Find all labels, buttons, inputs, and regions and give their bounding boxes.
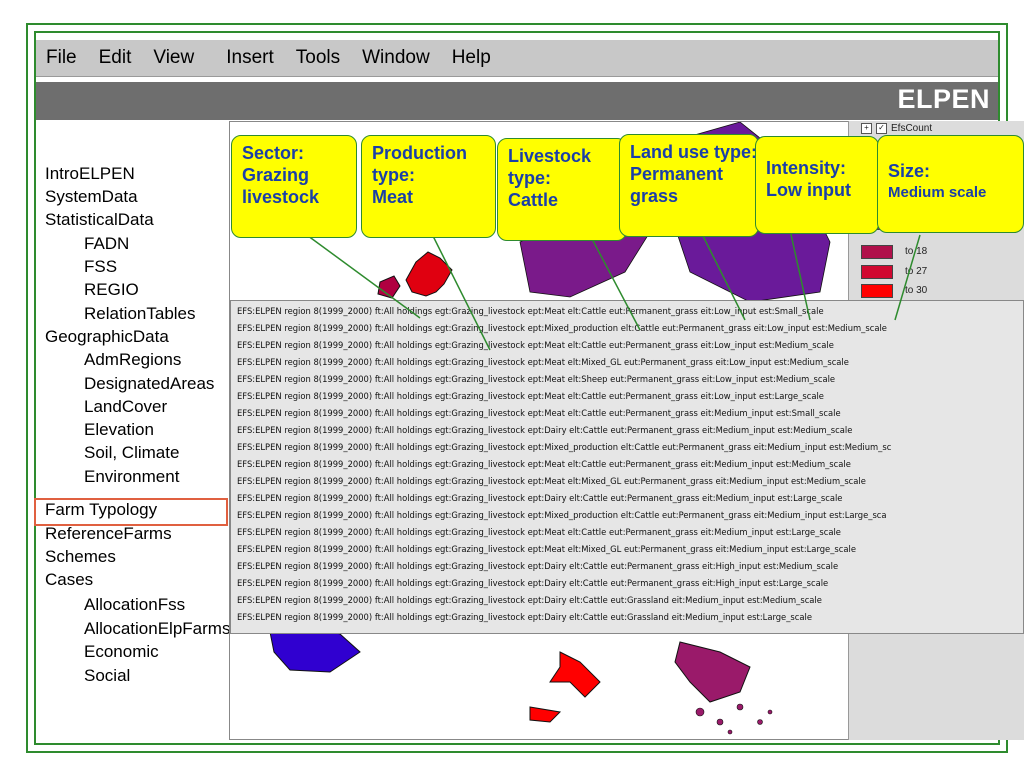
sidebar-item-statisticaldata[interactable]: StatisticalData — [45, 209, 154, 231]
legend-label: to 30 — [905, 285, 928, 296]
callout-line: Land use type: — [630, 142, 758, 162]
sidebar-item-fadn[interactable]: FADN — [84, 233, 129, 255]
map-region-italy[interactable] — [549, 651, 601, 698]
legend-row: to 18 — [861, 245, 1021, 261]
callout-line: Cattle — [508, 190, 559, 210]
record-row[interactable]: EFS:ELPEN region 8(1999_2000) ft:All hol… — [237, 442, 891, 453]
sidebar-item-landcover[interactable]: LandCover — [84, 396, 167, 418]
map-region-greece[interactable] — [674, 641, 751, 703]
sidebar-item-soil-climate[interactable]: Soil, Climate — [84, 442, 179, 464]
record-row[interactable]: EFS:ELPEN region 8(1999_2000) ft:All hol… — [237, 527, 841, 538]
legend-label: to 27 — [905, 266, 928, 277]
menu-view[interactable]: View — [143, 47, 216, 69]
title-bar: ELPEN — [36, 82, 998, 120]
legend-swatch — [861, 284, 893, 298]
sidebar-item-referencefarms[interactable]: ReferenceFarms — [45, 523, 172, 545]
sidebar: IntroELPEN SystemData StatisticalData FA… — [34, 122, 232, 742]
callout-line: Permanent — [630, 164, 724, 184]
callout-line: livestock — [242, 187, 320, 207]
record-row[interactable]: EFS:ELPEN region 8(1999_2000) ft:All hol… — [237, 357, 849, 368]
callout-line: Livestock — [508, 146, 592, 166]
checkbox-icon[interactable]: ✓ — [876, 123, 887, 134]
legend-row: to 30 — [861, 284, 1021, 300]
sidebar-item-regio[interactable]: REGIO — [84, 279, 139, 301]
record-row[interactable]: EFS:ELPEN region 8(1999_2000) ft:All hol… — [237, 476, 866, 487]
callout-livestock-type: Livestock type: Cattle — [497, 138, 627, 241]
record-row[interactable]: EFS:ELPEN region 8(1999_2000) ft:All hol… — [237, 544, 856, 555]
record-row[interactable]: EFS:ELPEN region 8(1999_2000) ft:All hol… — [237, 578, 828, 589]
record-row[interactable]: EFS:ELPEN region 8(1999_2000) ft:All hol… — [237, 561, 838, 572]
sidebar-item-fss[interactable]: FSS — [84, 256, 117, 278]
sidebar-item-allocationfss[interactable]: AllocationFss — [84, 594, 185, 616]
sidebar-item-relationtables[interactable]: RelationTables — [84, 303, 196, 325]
callout-size: Size: Medium scale — [877, 135, 1024, 233]
sidebar-item-admregions[interactable]: AdmRegions — [84, 349, 181, 371]
callout-sector: Sector: Grazing livestock — [231, 135, 357, 238]
record-row[interactable]: EFS:ELPEN region 8(1999_2000) ft:All hol… — [237, 493, 842, 504]
menu-help[interactable]: Help — [442, 47, 503, 69]
callout-land-use-type: Land use type: Permanent grass — [619, 134, 759, 237]
callout-line: Meat — [372, 187, 414, 207]
menu-tools[interactable]: Tools — [286, 47, 352, 69]
record-row[interactable]: EFS:ELPEN region 8(1999_2000) ft:All hol… — [237, 510, 887, 521]
legend-label: to 18 — [905, 246, 928, 257]
sidebar-item-environment[interactable]: Environment — [84, 466, 179, 488]
record-row[interactable]: EFS:ELPEN region 8(1999_2000) ft:All hol… — [237, 374, 835, 385]
sidebar-item-systemdata[interactable]: SystemData — [45, 186, 138, 208]
record-list[interactable]: EFS:ELPEN region 8(1999_2000) ft:All hol… — [230, 300, 1024, 634]
sidebar-item-designatedareas[interactable]: DesignatedAreas — [84, 373, 214, 395]
callout-line: grass — [630, 186, 679, 206]
legend-row: to 27 — [861, 265, 1021, 281]
map-region-uk[interactable] — [377, 251, 453, 299]
callout-production-type: Production type: Meat — [361, 135, 496, 238]
sidebar-item-economic[interactable]: Economic — [84, 641, 159, 663]
sidebar-item-geographicdata[interactable]: GeographicData — [45, 326, 169, 348]
callout-line: Grazing — [242, 165, 310, 185]
callout-line: Low input — [766, 180, 851, 200]
callout-line: Medium scale — [888, 184, 987, 201]
sidebar-item-introelpen[interactable]: IntroELPEN — [45, 163, 135, 185]
sidebar-item-social[interactable]: Social — [84, 665, 130, 687]
app-brand: ELPEN — [897, 84, 990, 114]
menu-bar: File Edit View Insert Tools Window Help — [36, 40, 998, 77]
record-row[interactable]: EFS:ELPEN region 8(1999_2000) ft:All hol… — [237, 306, 824, 317]
record-row[interactable]: EFS:ELPEN region 8(1999_2000) ft:All hol… — [237, 425, 852, 436]
legend-swatch — [861, 245, 893, 259]
map-islands — [695, 703, 773, 735]
legend-swatch — [861, 265, 893, 279]
sidebar-item-allocationelpfarms[interactable]: AllocationElpFarms — [84, 618, 230, 640]
callout-line: Size: — [888, 161, 931, 181]
record-row[interactable]: EFS:ELPEN region 8(1999_2000) ft:All hol… — [237, 340, 834, 351]
record-row[interactable]: EFS:ELPEN region 8(1999_2000) ft:All hol… — [237, 595, 822, 606]
menu-file[interactable]: File — [36, 47, 89, 69]
callout-line: Intensity: — [766, 158, 847, 178]
menu-window[interactable]: Window — [352, 47, 442, 69]
callout-line: type: — [508, 168, 552, 188]
map-region-sicily[interactable] — [529, 706, 562, 723]
sidebar-item-schemes[interactable]: Schemes — [45, 546, 116, 568]
legend-title: EfsCount — [891, 123, 933, 134]
callout-line: Sector: — [242, 143, 305, 163]
menu-edit[interactable]: Edit — [89, 47, 144, 69]
sidebar-item-farm-typology[interactable]: Farm Typology — [45, 499, 157, 521]
record-row[interactable]: EFS:ELPEN region 8(1999_2000) ft:All hol… — [237, 391, 824, 402]
callout-line: type: — [372, 165, 416, 185]
legend-header[interactable]: + ✓ EfsCount — [861, 123, 932, 134]
record-row[interactable]: EFS:ELPEN region 8(1999_2000) ft:All hol… — [237, 612, 812, 623]
record-row[interactable]: EFS:ELPEN region 8(1999_2000) ft:All hol… — [237, 459, 851, 470]
menu-insert[interactable]: Insert — [216, 47, 286, 69]
record-row[interactable]: EFS:ELPEN region 8(1999_2000) ft:All hol… — [237, 408, 841, 419]
callout-intensity: Intensity: Low input — [755, 136, 879, 234]
expand-icon[interactable]: + — [861, 123, 872, 134]
callout-line: Production — [372, 143, 467, 163]
sidebar-item-elevation[interactable]: Elevation — [84, 419, 154, 441]
sidebar-item-cases[interactable]: Cases — [45, 569, 93, 591]
record-row[interactable]: EFS:ELPEN region 8(1999_2000) ft:All hol… — [237, 323, 887, 334]
